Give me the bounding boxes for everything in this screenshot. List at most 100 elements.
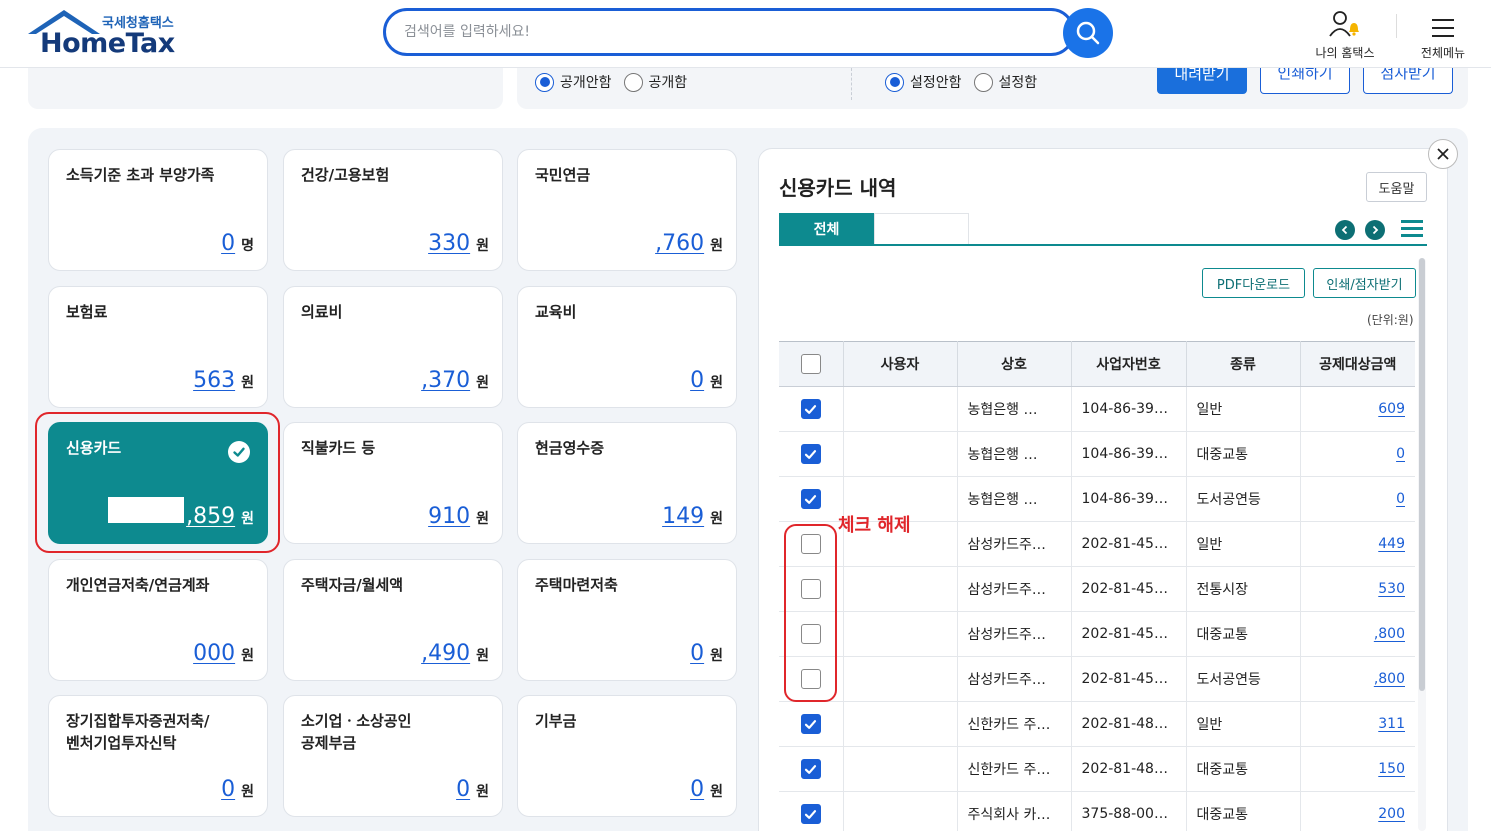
card-amount-value[interactable]: ,490 [421, 641, 470, 666]
row-checkbox-checked[interactable] [800, 399, 821, 419]
business-number-cell: 202-81-45… [1071, 611, 1187, 657]
row-checkbox-checked[interactable] [800, 714, 821, 734]
card-amount-unit: 원 [476, 784, 489, 800]
tab-list-menu-icon[interactable] [1401, 220, 1423, 238]
amount-link[interactable]: 530 [1378, 581, 1405, 597]
card-amount-unit: 원 [710, 238, 723, 254]
radio-setting-off[interactable] [885, 72, 904, 92]
row-checkbox-checked[interactable] [800, 759, 821, 779]
all-menu-button[interactable]: 전체메뉴 [1403, 6, 1483, 61]
card-title: 장기집합투자증권저축/ 벤처기업투자신탁 [66, 712, 210, 752]
card-amount: 0원 [221, 777, 254, 802]
uncheck-annotation: 체크 해제 [838, 515, 911, 536]
pdf-download-button[interactable]: PDF다운로드 [1202, 268, 1305, 298]
card-amount-value[interactable]: ,760 [655, 231, 704, 256]
radio-label: 공개안함 [560, 75, 612, 91]
tab-all[interactable]: 전체 [779, 213, 874, 245]
help-button[interactable]: 도움말 [1366, 172, 1427, 202]
amount-link[interactable]: 449 [1378, 536, 1405, 552]
column-header[interactable]: 공제대상금액 [1300, 341, 1415, 387]
row-checkbox-unchecked[interactable] [800, 534, 821, 554]
amount-link[interactable]: ,800 [1374, 626, 1405, 642]
row-checkbox-checked[interactable] [800, 444, 821, 464]
search-box[interactable] [383, 8, 1075, 56]
row-checkbox-checked[interactable] [800, 489, 821, 509]
row-checkbox-checked[interactable] [800, 804, 821, 824]
close-button[interactable] [1428, 139, 1458, 169]
deduction-card[interactable]: 건강/고용보험 330 원 [283, 149, 503, 271]
business-number-cell: 202-81-45… [1071, 656, 1187, 702]
user-cell [843, 791, 958, 831]
deduction-card[interactable]: 장기집합투자증권저축/ 벤처기업투자신탁 0 원 [48, 695, 268, 817]
search-input[interactable] [404, 21, 1044, 43]
card-amount-value[interactable]: 149 [662, 504, 704, 529]
deduction-card[interactable]: 기부금 0 원 [517, 695, 737, 817]
amount-link[interactable]: 609 [1378, 401, 1405, 417]
business-number-cell: 375-88-00… [1071, 791, 1187, 831]
deduction-card[interactable]: 소득기준 초과 부양가족 0 명 [48, 149, 268, 271]
header: 국세청홈택스 HomeTax 나의 홈택스 [0, 0, 1491, 68]
card-title: 건강/고용보험 [301, 166, 390, 184]
amount-cell: 150 [1300, 746, 1415, 792]
card-amount-value[interactable]: ,859 [186, 504, 235, 529]
card-amount-value[interactable]: 0 [690, 641, 704, 666]
card-amount-unit: 원 [476, 648, 489, 664]
row-checkbox-unchecked[interactable] [800, 669, 821, 689]
next-tab-button[interactable] [1365, 220, 1385, 240]
amount-link[interactable]: 0 [1396, 446, 1405, 462]
deduction-card[interactable]: 현금영수증 149 원 [517, 422, 737, 544]
deduction-card[interactable]: 의료비 ,370 원 [283, 286, 503, 408]
card-amount-value[interactable]: 0 [221, 777, 235, 802]
deduction-card[interactable]: 신용카드 ,859 원 [48, 422, 268, 544]
card-amount-value[interactable]: 0 [456, 777, 470, 802]
card-amount: ,490 원 [421, 641, 489, 666]
card-amount-value[interactable]: 0 [690, 368, 704, 393]
deduction-card[interactable]: 교육비 0 원 [517, 286, 737, 408]
column-header[interactable]: 상호 [957, 341, 1072, 387]
table-scroll-thumb[interactable] [1419, 258, 1425, 691]
card-title: 보험료 [66, 303, 108, 321]
card-amount-value[interactable]: 910 [428, 504, 470, 529]
radio-disclosure-on[interactable] [623, 72, 643, 92]
deduction-card[interactable]: 직불카드 등 910 원 [283, 422, 503, 544]
card-amount-value[interactable]: 330 [428, 231, 470, 256]
radio-setting-on[interactable] [973, 72, 993, 92]
search-button[interactable] [1063, 8, 1113, 58]
card-amount-value[interactable]: ,370 [421, 368, 470, 393]
checkbox-cell [779, 611, 844, 657]
deduction-card[interactable]: 개인연금저축/연금계좌 000 원 [48, 559, 268, 681]
row-checkbox-unchecked[interactable] [800, 579, 821, 599]
amount-link[interactable]: ,800 [1374, 671, 1405, 687]
card-amount-value[interactable]: 0 [221, 231, 235, 256]
row-checkbox-unchecked[interactable] [800, 624, 821, 644]
hometax-logo[interactable]: 국세청홈택스 HomeTax [28, 8, 188, 60]
chevron-left-icon [1341, 225, 1348, 235]
type-cell: 대중교통 [1186, 611, 1301, 657]
deduction-card[interactable]: 보험료 563 원 [48, 286, 268, 408]
selected-check-icon [228, 441, 250, 463]
card-amount-value[interactable]: 563 [193, 368, 235, 393]
deduction-card[interactable]: 주택자금/월세액 ,490 원 [283, 559, 503, 681]
amount-link[interactable]: 200 [1378, 806, 1405, 822]
prev-tab-button[interactable] [1335, 220, 1355, 240]
column-header[interactable]: 사업자번호 [1071, 341, 1187, 387]
disclosure-radio-group: 공개안함 공개함 [535, 72, 699, 92]
amount-link[interactable]: 311 [1378, 716, 1405, 732]
card-amount-value[interactable]: 000 [193, 641, 235, 666]
print-braille-button[interactable]: 인쇄/점자받기 [1313, 268, 1416, 298]
deduction-card[interactable]: 국민연금 ,760 원 [517, 149, 737, 271]
card-amount-value[interactable]: 0 [690, 777, 704, 802]
column-header[interactable]: 종류 [1186, 341, 1301, 387]
amount-link[interactable]: 0 [1396, 491, 1405, 507]
checkbox-cell [779, 566, 844, 612]
merchant-cell: 농협은행 … [957, 431, 1072, 477]
deduction-card[interactable]: 주택마련저축 0 원 [517, 559, 737, 681]
card-amount-unit: 원 [241, 511, 254, 527]
tab-secondary[interactable] [874, 213, 969, 245]
amount-link[interactable]: 150 [1378, 761, 1405, 777]
select-all-checkbox[interactable] [800, 354, 821, 374]
deduction-card[interactable]: 소기업ㆍ소상공인 공제부금 0 원 [283, 695, 503, 817]
column-header[interactable]: 사용자 [843, 341, 958, 387]
radio-disclosure-off[interactable] [535, 72, 554, 92]
my-hometax-button[interactable]: 나의 홈택스 [1305, 6, 1385, 61]
